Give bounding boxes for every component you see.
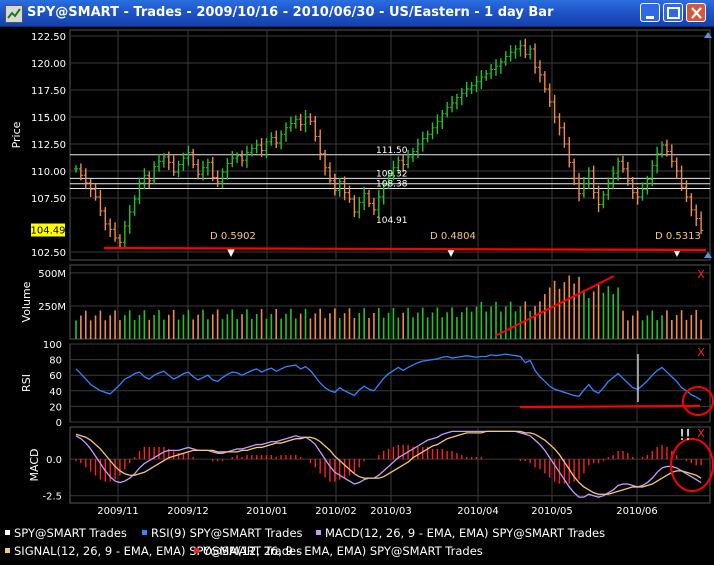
y-tick-label: 80 xyxy=(49,356,62,367)
window-title: SPY@SMART - Trades - 2009/10/16 - 2010/0… xyxy=(27,5,554,20)
maximize-button[interactable] xyxy=(663,3,683,22)
y-tick-label: 500M xyxy=(38,269,66,280)
close-panel-icon: X xyxy=(697,346,705,359)
divergence-label: D 0.4804 xyxy=(430,231,476,242)
y-tick-label: 40 xyxy=(49,387,62,398)
rsi-support-annotation xyxy=(519,404,701,409)
x-tick-label: 2010/02 xyxy=(315,506,357,517)
y-tick-label: 122.50 xyxy=(31,32,66,43)
x-tick-label: 2009/11 xyxy=(97,506,139,517)
legend-label: RSI(9) SPY@SMART Trades xyxy=(151,526,303,540)
x-tick-label: 2009/12 xyxy=(167,506,209,517)
chart-area[interactable]: 2009/11 2009/12 2010/01 2010/02 2010/03 2010/… xyxy=(0,26,714,523)
price-label: 108.38 xyxy=(376,179,408,189)
y-tick-label: 107.50 xyxy=(31,194,66,205)
y-tick-label: -2.5 xyxy=(42,492,62,503)
y-tick-label: 117.50 xyxy=(31,86,66,97)
legend-item: OSMA(12, 26, 9 - EMA, EMA) SPY@SMART Tra… xyxy=(194,544,483,560)
close-panel-icon: X xyxy=(697,427,705,440)
y-tick-label: 110.00 xyxy=(31,167,66,178)
price-label: 109.32 xyxy=(376,169,408,179)
close-icon xyxy=(691,7,702,19)
y-tick-label: 250M xyxy=(38,302,66,313)
last-price-label: 104.49 xyxy=(31,226,66,237)
y-tick-label: 60 xyxy=(49,371,62,382)
legend-swatch xyxy=(316,530,321,535)
y-tick-label: 20 xyxy=(49,402,62,413)
y-tick-label: 102.50 xyxy=(31,248,66,259)
maximize-icon xyxy=(667,7,680,19)
legend-item: RSI(9) SPY@SMART Trades xyxy=(142,526,303,542)
legend-swatch xyxy=(5,548,10,553)
divergence-label: D 0.5902 xyxy=(210,231,256,242)
price-label: 111.50 xyxy=(376,146,408,156)
minimize-icon xyxy=(646,16,654,19)
y-tick-label: 0 xyxy=(56,418,62,429)
y-tick-label: 115.00 xyxy=(31,113,66,124)
y-axis-label: Price xyxy=(10,121,23,148)
legend-item: MACD(12, 26, 9 - EMA, EMA) SPY@SMART Tra… xyxy=(316,526,605,542)
y-tick-label: 120.00 xyxy=(31,59,66,70)
legend: SPY@SMART Trades RSI(9) SPY@SMART Trades M… xyxy=(0,523,714,565)
chart-window: SPY@SMART - Trades - 2009/10/16 - 2010/0… xyxy=(0,0,714,565)
title-bar[interactable]: SPY@SMART - Trades - 2009/10/16 - 2010/0… xyxy=(0,0,714,27)
y-axis-label: Volume xyxy=(20,281,33,322)
price-label: 104.91 xyxy=(376,216,408,226)
divergence-label: D 0.5313 xyxy=(655,231,701,242)
y-tick-label: 100 xyxy=(43,340,62,351)
legend-swatch xyxy=(142,530,147,535)
minimize-button[interactable] xyxy=(640,3,660,22)
x-tick-label: 2010/04 xyxy=(457,506,499,517)
x-tick-label: 2010/03 xyxy=(370,506,412,517)
legend-label: SPY@SMART Trades xyxy=(14,526,127,540)
legend-swatch xyxy=(194,548,199,553)
y-axis-label: MACD xyxy=(28,449,41,482)
panel-frame-rsi xyxy=(69,343,711,423)
x-tick-label: 2010/05 xyxy=(531,506,573,517)
y-axis-label: RSI xyxy=(20,374,33,392)
app-icon xyxy=(5,5,23,23)
legend-label: OSMA(12, 26, 9 - EMA, EMA) SPY@SMART Tra… xyxy=(203,544,483,558)
x-tick-label: 2010/01 xyxy=(246,506,288,517)
y-tick-label: 112.50 xyxy=(31,140,66,151)
legend-item: SPY@SMART Trades xyxy=(5,526,127,542)
close-panel-icon: X xyxy=(697,268,705,281)
double-exclamation-marker: !! xyxy=(679,426,691,444)
x-tick-label: 2010/06 xyxy=(616,506,658,517)
legend-swatch xyxy=(5,530,10,535)
legend-label: MACD(12, 26, 9 - EMA, EMA) SPY@SMART Tra… xyxy=(325,526,606,540)
close-button[interactable] xyxy=(686,3,706,22)
y-tick-label: 0.0 xyxy=(46,455,62,466)
